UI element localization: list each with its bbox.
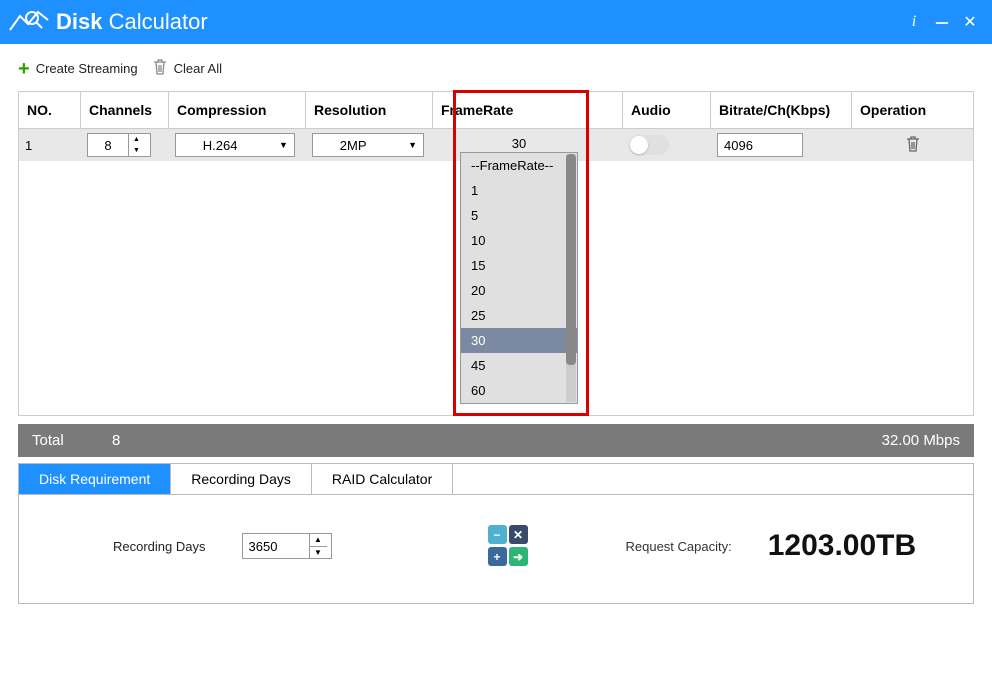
request-capacity-value: 1203.00TB <box>768 529 916 563</box>
streaming-grid: NO. Channels Compression Resolution Fram… <box>18 91 974 416</box>
bitrate-input[interactable] <box>717 133 803 157</box>
audio-toggle[interactable] <box>629 135 669 155</box>
close-button[interactable]: ✕ <box>956 8 984 36</box>
total-bitrate: 32.00 Mbps <box>882 432 960 449</box>
chevron-down-icon[interactable]: ▼ <box>129 145 144 156</box>
col-header-bitrate: Bitrate/Ch(Kbps) <box>711 92 852 128</box>
app-logo: Disk Calculator <box>8 8 208 36</box>
total-label: Total <box>32 432 112 449</box>
total-bar: Total 8 32.00 Mbps <box>18 424 974 457</box>
grid-header: NO. Channels Compression Resolution Fram… <box>19 92 973 129</box>
info-button[interactable]: i <box>900 8 928 36</box>
framerate-option[interactable]: 15 <box>461 253 577 278</box>
plus-icon: + <box>488 547 507 566</box>
arrow-right-icon: ➜ <box>509 547 528 566</box>
col-header-no: NO. <box>19 92 81 128</box>
clear-all-button[interactable]: Clear All <box>152 58 222 79</box>
col-header-framerate: FrameRate <box>433 92 623 128</box>
clear-all-label: Clear All <box>174 61 222 76</box>
trash-icon <box>905 135 921 153</box>
minus-icon: − <box>488 525 507 544</box>
channels-stepper[interactable]: ▲▼ <box>87 133 151 157</box>
app-title: Disk Calculator <box>56 9 208 35</box>
framerate-option[interactable]: 20 <box>461 278 577 303</box>
col-header-resolution: Resolution <box>306 92 433 128</box>
col-header-compression: Compression <box>169 92 306 128</box>
framerate-option[interactable]: 25 <box>461 303 577 328</box>
framerate-option[interactable]: 10 <box>461 228 577 253</box>
times-icon: ✕ <box>509 525 528 544</box>
calculator-icon[interactable]: − ✕ + ➜ <box>488 525 530 567</box>
recording-days-stepper[interactable]: ▲▼ <box>242 533 332 559</box>
col-header-operation: Operation <box>852 92 973 128</box>
resolution-select[interactable]: 2MP ▼ <box>312 133 424 157</box>
delete-row-button[interactable] <box>905 141 921 156</box>
framerate-option[interactable]: 45 <box>461 353 577 378</box>
create-streaming-button[interactable]: + Create Streaming <box>18 59 138 79</box>
toolbar: + Create Streaming Clear All <box>0 44 992 91</box>
chevron-down-icon: ▼ <box>408 140 417 150</box>
chevron-up-icon[interactable]: ▲ <box>310 534 327 547</box>
request-capacity-label: Request Capacity: <box>626 539 732 554</box>
tab-disk-requirement[interactable]: Disk Requirement <box>19 464 171 494</box>
tab-raid-calculator[interactable]: RAID Calculator <box>312 464 453 494</box>
col-header-channels: Channels <box>81 92 169 128</box>
scrollbar-thumb[interactable] <box>566 154 576 365</box>
framerate-dropdown[interactable]: --FrameRate-- 1 5 10 15 20 25 30 45 60 <box>460 152 578 404</box>
framerate-option[interactable]: 1 <box>461 178 577 203</box>
chevron-down-icon: ▼ <box>279 140 288 150</box>
framerate-option[interactable]: 5 <box>461 203 577 228</box>
scrollbar[interactable] <box>566 154 576 402</box>
col-header-audio: Audio <box>623 92 711 128</box>
trash-icon <box>152 58 168 79</box>
plus-icon: + <box>18 59 30 79</box>
minimize-button[interactable]: － <box>928 8 956 36</box>
framerate-option-selected[interactable]: 30 <box>461 328 577 353</box>
framerate-option[interactable]: --FrameRate-- <box>461 153 577 178</box>
resolution-value: 2MP <box>340 138 367 153</box>
chevron-down-icon[interactable]: ▼ <box>310 547 327 559</box>
chart-icon <box>8 8 50 36</box>
compression-value: H.264 <box>203 138 238 153</box>
recording-days-label: Recording Days <box>113 539 206 554</box>
row-no: 1 <box>19 138 81 153</box>
tab-panel-disk-requirement: Recording Days ▲▼ − ✕ + ➜ Request Capaci… <box>19 495 973 603</box>
channels-input[interactable] <box>88 138 128 153</box>
framerate-option[interactable]: 60 <box>461 378 577 403</box>
recording-days-input[interactable] <box>243 534 309 558</box>
result-tabs: Disk Requirement Recording Days RAID Cal… <box>18 463 974 604</box>
chevron-up-icon[interactable]: ▲ <box>129 134 144 145</box>
total-channels: 8 <box>112 432 882 449</box>
titlebar: Disk Calculator i － ✕ <box>0 0 992 44</box>
tab-recording-days[interactable]: Recording Days <box>171 464 312 494</box>
compression-select[interactable]: H.264 ▼ <box>175 133 295 157</box>
create-streaming-label: Create Streaming <box>36 61 138 76</box>
tabs-header: Disk Requirement Recording Days RAID Cal… <box>19 464 973 495</box>
